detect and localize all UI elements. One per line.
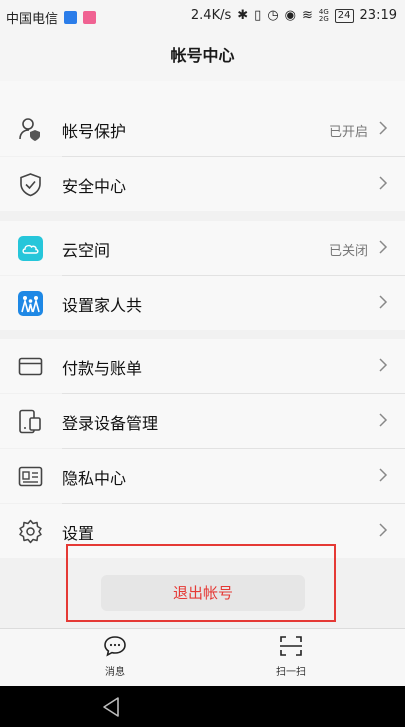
chevron-right-icon xyxy=(379,295,388,309)
settings-item-label: 隐私中心 xyxy=(62,469,127,488)
gear-icon xyxy=(19,519,42,544)
list-item-partial[interactable] xyxy=(0,81,405,102)
chevron-right-icon xyxy=(379,240,388,254)
tab-label: 扫一扫 xyxy=(276,667,306,678)
settings-item-label: 付款与账单 xyxy=(62,359,143,378)
tab-label: 消息 xyxy=(105,667,125,678)
settings-item-device-management[interactable]: 登录设备管理 xyxy=(0,394,405,448)
network-speed: 2.4K/s xyxy=(190,8,232,23)
settings-item-privacy-center[interactable]: 隐私中心 xyxy=(0,449,405,503)
settings-item-label: 设置家人共 xyxy=(62,296,143,315)
bottom-tab-bar: 消息 扫一扫 xyxy=(0,628,405,687)
vibrate-icon: ▯ xyxy=(254,8,262,23)
tab-messages[interactable]: 消息 xyxy=(75,635,155,678)
scan-icon xyxy=(280,636,302,656)
bluetooth-icon: ✱ xyxy=(237,8,249,23)
person-shield-icon xyxy=(19,118,40,141)
settings-item-payments[interactable]: 付款与账单 xyxy=(0,339,405,393)
settings-item-value: 已关闭 xyxy=(328,244,368,259)
card-icon xyxy=(18,357,43,376)
tab-scan[interactable]: 扫一扫 xyxy=(251,635,331,678)
settings-item-label: 登录设备管理 xyxy=(62,414,159,433)
network-type: 4G 2G xyxy=(318,7,329,23)
battery-icon: 24 xyxy=(334,8,354,23)
carrier-label: 中国电信 xyxy=(6,12,59,27)
battery-level: 24 xyxy=(337,9,351,21)
id-card-icon xyxy=(18,466,43,487)
settings-item-label: 安全中心 xyxy=(62,177,127,196)
family-icon xyxy=(18,291,43,316)
settings-item-label: 设置 xyxy=(62,524,95,543)
chat-bubble-icon xyxy=(104,636,126,657)
chevron-right-icon xyxy=(379,413,388,427)
wifi-icon: ≋ xyxy=(302,8,313,23)
settings-item-family-sharing[interactable]: 设置家人共 xyxy=(0,276,405,330)
status-bar: 中国电信 2.4K/s ✱ ▯ ◷ ◉ ≋ 4G 2G 24 23:19 xyxy=(0,0,405,33)
logout-button[interactable]: 退出帐号 xyxy=(101,575,305,611)
shield-check-icon xyxy=(20,173,41,197)
back-icon[interactable] xyxy=(101,696,121,718)
settings-item-value: 已开启 xyxy=(328,125,368,140)
chevron-right-icon xyxy=(379,468,388,482)
chevron-right-icon xyxy=(379,176,388,190)
chevron-right-icon xyxy=(379,121,388,135)
settings-item-label: 帐号保护 xyxy=(62,122,127,141)
page-title: 帐号中心 xyxy=(0,33,405,81)
alarm-icon: ◷ xyxy=(267,8,279,23)
gallery-notification-icon xyxy=(83,11,97,24)
eye-comfort-icon: ◉ xyxy=(284,8,296,23)
app-notification-icon xyxy=(64,11,78,24)
cloud-icon xyxy=(18,236,43,261)
devices-icon xyxy=(19,409,41,434)
chevron-right-icon xyxy=(379,523,388,537)
chevron-right-icon xyxy=(379,358,388,372)
clock: 23:19 xyxy=(359,8,397,23)
settings-item-security-center[interactable]: 安全中心 xyxy=(0,157,405,211)
settings-item-account-protection[interactable]: 帐号保护 已开启 xyxy=(0,102,405,156)
settings-item-cloud[interactable]: 云空间 已关闭 xyxy=(0,221,405,275)
settings-item-label: 云空间 xyxy=(62,241,111,260)
system-nav-bar xyxy=(0,686,405,727)
